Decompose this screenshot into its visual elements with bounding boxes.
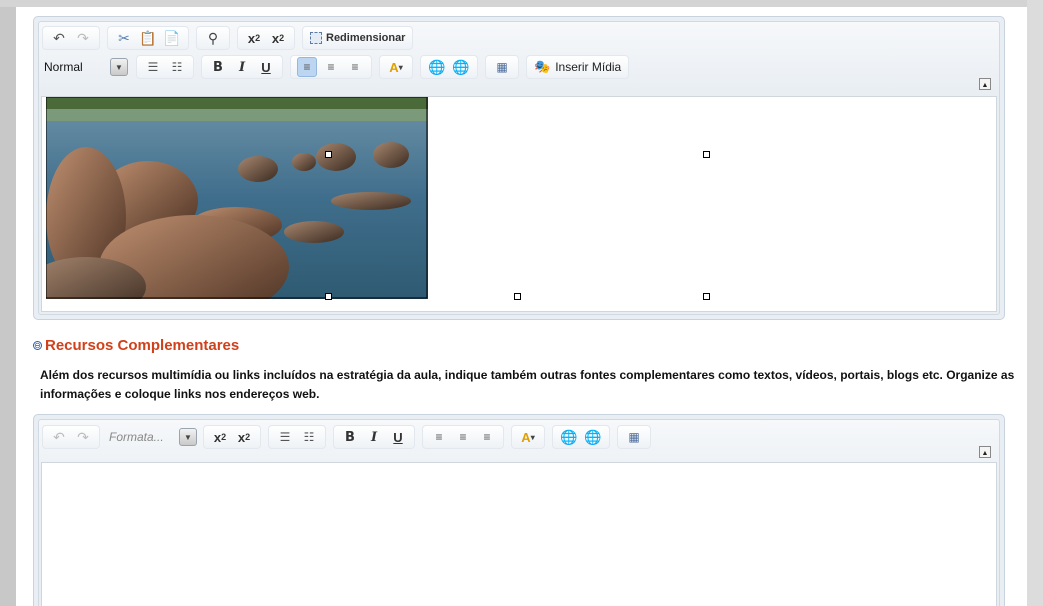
find-group: ⚲ bbox=[196, 26, 230, 50]
link-group-2: 🌐 🌐 bbox=[552, 425, 610, 449]
align-group: ≡ ≡ ≡ bbox=[290, 55, 372, 79]
resize-handle-image-bottom[interactable] bbox=[325, 293, 332, 300]
bulleted-list-icon[interactable]: ☰ bbox=[143, 57, 163, 77]
align-left-icon[interactable]: ≡ bbox=[429, 427, 449, 447]
editor-2-frame: ↶ ↷ Formata... ▼ x2 x2 ☰ ☷ B I U ≡ ≡ ≡ A… bbox=[38, 419, 1000, 606]
link-group: 🌐 🌐 bbox=[420, 55, 478, 79]
style-group: B I U bbox=[201, 55, 283, 79]
resize-icon bbox=[310, 32, 322, 44]
script-group-2: x2 x2 bbox=[203, 425, 261, 449]
superscript-button[interactable]: x2 bbox=[244, 28, 264, 48]
editor-1-toolbar-row-1: ↶ ↷ ✂ 📋 📄 ⚲ x2 x2 Redimensionar bbox=[42, 25, 420, 51]
redo-icon[interactable]: ↷ bbox=[73, 427, 93, 447]
history-group-2: ↶ ↷ bbox=[42, 425, 100, 449]
table-group-2: ▦ bbox=[617, 425, 651, 449]
align-left-icon[interactable]: ≡ bbox=[297, 57, 317, 77]
media-icon: 🎭 bbox=[534, 59, 551, 74]
style-group-2: B I U bbox=[333, 425, 415, 449]
resize-group: Redimensionar bbox=[302, 26, 414, 50]
align-right-icon[interactable]: ≡ bbox=[477, 427, 497, 447]
text-color-icon[interactable]: A ▾ bbox=[386, 57, 406, 77]
script-group: x2 x2 bbox=[237, 26, 295, 50]
paste-word-icon[interactable]: 📄 bbox=[162, 28, 182, 48]
bold-button[interactable]: B bbox=[340, 427, 360, 447]
cut-icon[interactable]: ✂ bbox=[114, 28, 134, 48]
section-title: Recursos Complementares bbox=[45, 337, 240, 354]
editor-1-toolbar-row-2: Normal ▼ ☰ ☷ B I U ≡ ≡ ≡ A ▾ 🌐 🌐 ▦ 🎭 Ins… bbox=[42, 54, 636, 80]
bulleted-list-icon[interactable]: ☰ bbox=[275, 427, 295, 447]
editor-2-toolbar: ↶ ↷ Formata... ▼ x2 x2 ☰ ☷ B I U ≡ ≡ ≡ A… bbox=[42, 424, 658, 450]
table-icon[interactable]: ▦ bbox=[492, 57, 512, 77]
align-group-2: ≡ ≡ ≡ bbox=[422, 425, 504, 449]
align-center-icon[interactable]: ≡ bbox=[453, 427, 473, 447]
paste-icon[interactable]: 📋 bbox=[138, 28, 158, 48]
resize-handle-box-top-right[interactable] bbox=[703, 151, 710, 158]
format-combo-2[interactable]: Formata... ▼ bbox=[107, 426, 197, 448]
top-edge bbox=[0, 0, 1043, 7]
page: ↶ ↷ ✂ 📋 📄 ⚲ x2 x2 Redimensionar Normal ▼… bbox=[16, 7, 1027, 606]
text-color-icon[interactable]: A ▾ bbox=[518, 427, 538, 447]
remove-link-icon[interactable]: 🌐 bbox=[583, 427, 603, 447]
list-group: ☰ ☷ bbox=[136, 55, 194, 79]
chevron-down-icon[interactable]: ▼ bbox=[110, 58, 128, 76]
underline-button[interactable]: U bbox=[256, 57, 276, 77]
remove-link-icon[interactable]: 🌐 bbox=[451, 57, 471, 77]
chevron-down-icon[interactable]: ▼ bbox=[179, 428, 197, 446]
insert-link-icon[interactable]: 🌐 bbox=[427, 57, 447, 77]
format-combo[interactable]: Normal ▼ bbox=[42, 56, 128, 78]
undo-icon[interactable]: ↶ bbox=[49, 28, 69, 48]
find-binoculars-icon[interactable]: ⚲ bbox=[203, 28, 223, 48]
align-center-icon[interactable]: ≡ bbox=[321, 57, 341, 77]
subscript-button[interactable]: x2 bbox=[234, 427, 254, 447]
collapse-toolbar-icon[interactable]: ▲ bbox=[979, 446, 991, 458]
editor-2-content-area[interactable] bbox=[41, 462, 997, 606]
format-placeholder: Formata... bbox=[109, 430, 164, 444]
numbered-list-icon[interactable]: ☷ bbox=[167, 57, 187, 77]
resize-button[interactable]: Redimensionar bbox=[307, 32, 408, 44]
editor-1-content-area[interactable] bbox=[41, 96, 997, 312]
history-group: ↶ ↷ bbox=[42, 26, 100, 50]
page-scroll-track[interactable] bbox=[1027, 0, 1043, 606]
undo-icon[interactable]: ↶ bbox=[49, 427, 69, 447]
resize-handle-box-bottom-mid[interactable] bbox=[514, 293, 521, 300]
bold-button[interactable]: B bbox=[208, 57, 228, 77]
media-group: 🎭 Inserir Mídia bbox=[526, 55, 630, 79]
superscript-button[interactable]: x2 bbox=[210, 427, 230, 447]
rich-text-editor-2: ↶ ↷ Formata... ▼ x2 x2 ☰ ☷ B I U ≡ ≡ ≡ A… bbox=[33, 414, 1005, 606]
resize-label: Redimensionar bbox=[326, 32, 406, 44]
collapse-section-icon[interactable]: ⊖ bbox=[33, 341, 42, 350]
clipboard-group: ✂ 📋 📄 bbox=[107, 26, 189, 50]
redo-icon[interactable]: ↷ bbox=[73, 28, 93, 48]
format-value: Normal bbox=[44, 60, 83, 74]
section-description: Além dos recursos multimídia ou links in… bbox=[40, 368, 1015, 401]
rich-text-editor-1: ↶ ↷ ✂ 📋 📄 ⚲ x2 x2 Redimensionar Normal ▼… bbox=[33, 16, 1005, 320]
color-group: A ▾ bbox=[379, 55, 413, 79]
list-group-2: ☰ ☷ bbox=[268, 425, 326, 449]
italic-button[interactable]: I bbox=[364, 427, 384, 447]
resize-handle-box-bottom-right[interactable] bbox=[703, 293, 710, 300]
editor-1-frame: ↶ ↷ ✂ 📋 📄 ⚲ x2 x2 Redimensionar Normal ▼… bbox=[38, 21, 1000, 315]
numbered-list-icon[interactable]: ☷ bbox=[299, 427, 319, 447]
italic-button[interactable]: I bbox=[232, 57, 252, 77]
collapse-toolbar-icon[interactable]: ▲ bbox=[979, 78, 991, 90]
resize-handle-image-top[interactable] bbox=[325, 151, 332, 158]
table-group: ▦ bbox=[485, 55, 519, 79]
insert-link-icon[interactable]: 🌐 bbox=[559, 427, 579, 447]
section-header: ⊖ Recursos Complementares bbox=[33, 337, 239, 354]
underline-button[interactable]: U bbox=[388, 427, 408, 447]
insert-media-label: Inserir Mídia bbox=[555, 60, 622, 74]
table-icon[interactable]: ▦ bbox=[624, 427, 644, 447]
subscript-button[interactable]: x2 bbox=[268, 28, 288, 48]
align-right-icon[interactable]: ≡ bbox=[345, 57, 365, 77]
embedded-image[interactable] bbox=[46, 97, 428, 299]
color-group-2: A ▾ bbox=[511, 425, 545, 449]
insert-media-button[interactable]: 🎭 Inserir Mídia bbox=[531, 59, 624, 75]
